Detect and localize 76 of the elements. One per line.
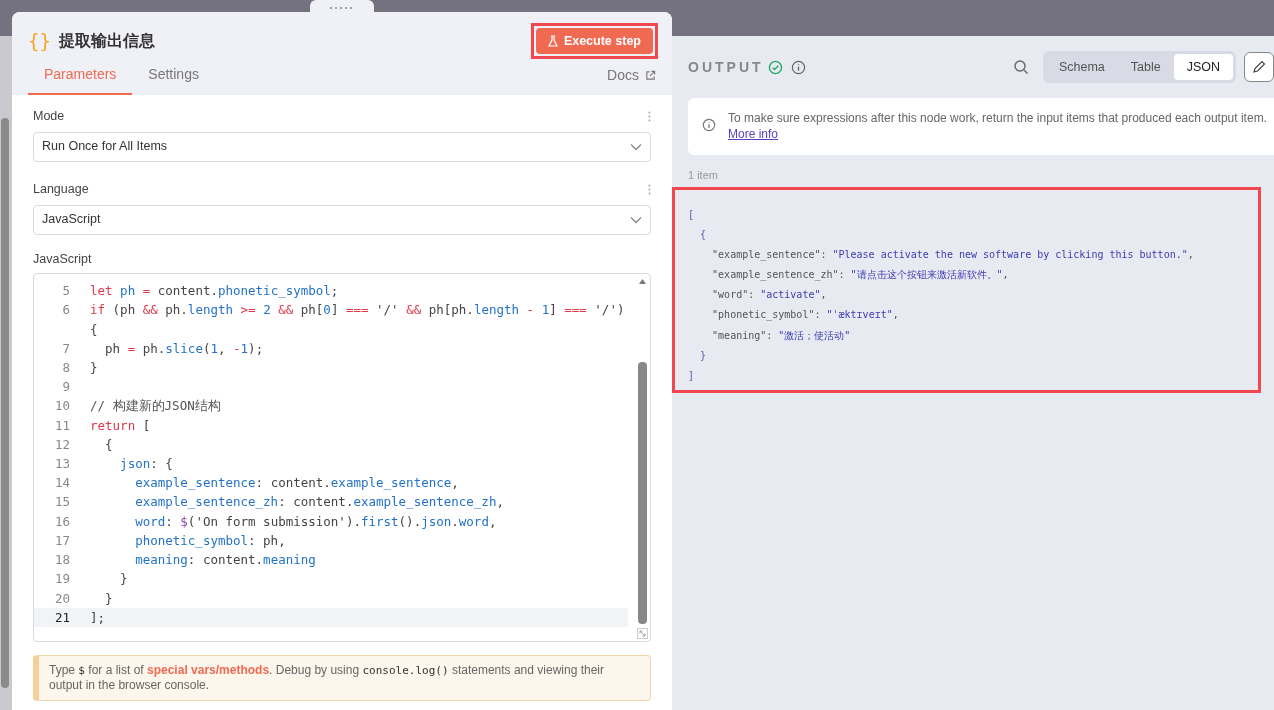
json-line: "example_sentence_zh": "请点击这个按钮来激活新软件。",	[711, 268, 1010, 283]
node-title: 提取输出信息	[58, 31, 155, 51]
code-line: ];	[89, 608, 106, 627]
pencil-icon	[1252, 60, 1266, 74]
tab[interactable]: Settings	[132, 64, 215, 95]
scroll-up-icon[interactable]	[639, 279, 646, 285]
json-line: {	[699, 227, 708, 242]
language-select[interactable]: JavaScript	[33, 204, 651, 235]
line-number: 14	[53, 474, 71, 493]
info-icon[interactable]	[790, 59, 806, 75]
line-number: 13	[53, 455, 71, 474]
search-icon[interactable]	[1012, 59, 1029, 75]
edit-button[interactable]	[1244, 52, 1274, 82]
notice-text: To make sure expressions after this node work, return the input items that produced each output item. More info	[728, 110, 1268, 142]
line-number: 19	[53, 570, 71, 589]
code-line: example_sentence_zh: content.example_sentence_zh,	[134, 493, 504, 512]
field-label: Language	[33, 180, 89, 198]
more-info-link[interactable]: More info	[728, 127, 779, 141]
code-line: // 构建新的JSON结构	[89, 397, 221, 416]
line-number: 10	[53, 397, 71, 416]
code-braces-icon: {}	[28, 31, 51, 51]
view-tab[interactable]: Schema	[1045, 54, 1118, 80]
field-label: Mode	[33, 108, 65, 125]
resize-handle-icon[interactable]	[637, 628, 648, 640]
json-line: ]	[688, 369, 696, 383]
code-line: }	[119, 570, 128, 589]
line-number: 6	[61, 301, 71, 320]
chevron-down-icon	[630, 142, 642, 151]
line-number: 16	[53, 512, 71, 531]
json-line: }	[699, 348, 708, 363]
view-tab[interactable]: Table	[1117, 54, 1174, 80]
code-line: meaning: content.meaning	[134, 551, 316, 570]
chevron-down-icon	[630, 215, 642, 224]
code-line: }	[104, 589, 113, 608]
code-line: json: {	[119, 455, 173, 474]
line-number: 9	[61, 378, 71, 397]
info-icon	[702, 118, 716, 132]
json-line: "phonetic_symbol": "ˈæktɪveɪt",	[711, 308, 900, 323]
line-number: 8	[61, 359, 71, 378]
line-number: 15	[53, 493, 71, 512]
code-line: ph = ph.slice(1, -1);	[104, 339, 264, 358]
external-link-icon	[645, 70, 656, 81]
item-count: 1 item	[688, 168, 719, 183]
flask-icon	[547, 35, 558, 47]
line-number: 5	[61, 282, 71, 301]
json-line: "word": "activate",	[711, 288, 828, 303]
code-line: {	[104, 435, 113, 454]
code-line: }	[89, 359, 98, 378]
line-number: 17	[53, 531, 71, 550]
output-title: OUTPUT	[688, 57, 764, 77]
success-check-icon	[767, 59, 783, 75]
more-options-icon[interactable]	[648, 110, 651, 122]
more-options-icon[interactable]	[648, 183, 651, 195]
line-number: 12	[53, 435, 71, 454]
scrollbar-thumb[interactable]	[1, 118, 9, 688]
line-number: 11	[53, 416, 71, 435]
code-editor[interactable]	[33, 273, 651, 643]
line-number: 18	[53, 551, 71, 570]
line-number: 20	[53, 589, 71, 608]
hint-text: Type $ for a list of special vars/methods. Debug by using console.log() statements and viewing their output in the browser console.	[49, 663, 605, 694]
code-line: phonetic_symbol: ph,	[134, 531, 286, 550]
code-line: let ph = content.phonetic_symbol;	[89, 282, 339, 301]
line-number: 7	[61, 339, 71, 358]
scrollbar-thumb[interactable]	[638, 362, 647, 625]
line-number: 21	[53, 608, 71, 627]
json-line: "meaning": "激活；使活动"	[711, 328, 852, 343]
field-label: JavaScript	[33, 250, 93, 268]
docs-link[interactable]: Docs	[607, 65, 656, 95]
code-line: return [	[89, 416, 151, 435]
code-line: word: $('On form submission').first().json.word,	[134, 512, 497, 531]
json-line: [	[688, 207, 696, 222]
code-line: example_sentence: content.example_sentence,	[134, 474, 459, 493]
json-line: "example_sentence": "Please activate the new software by clicking this button.",	[711, 247, 1195, 263]
execute-step-button[interactable]: Execute step	[535, 28, 653, 54]
mode-select[interactable]: Run Once for All Items	[33, 131, 651, 162]
view-tab[interactable]: JSON	[1173, 54, 1233, 80]
